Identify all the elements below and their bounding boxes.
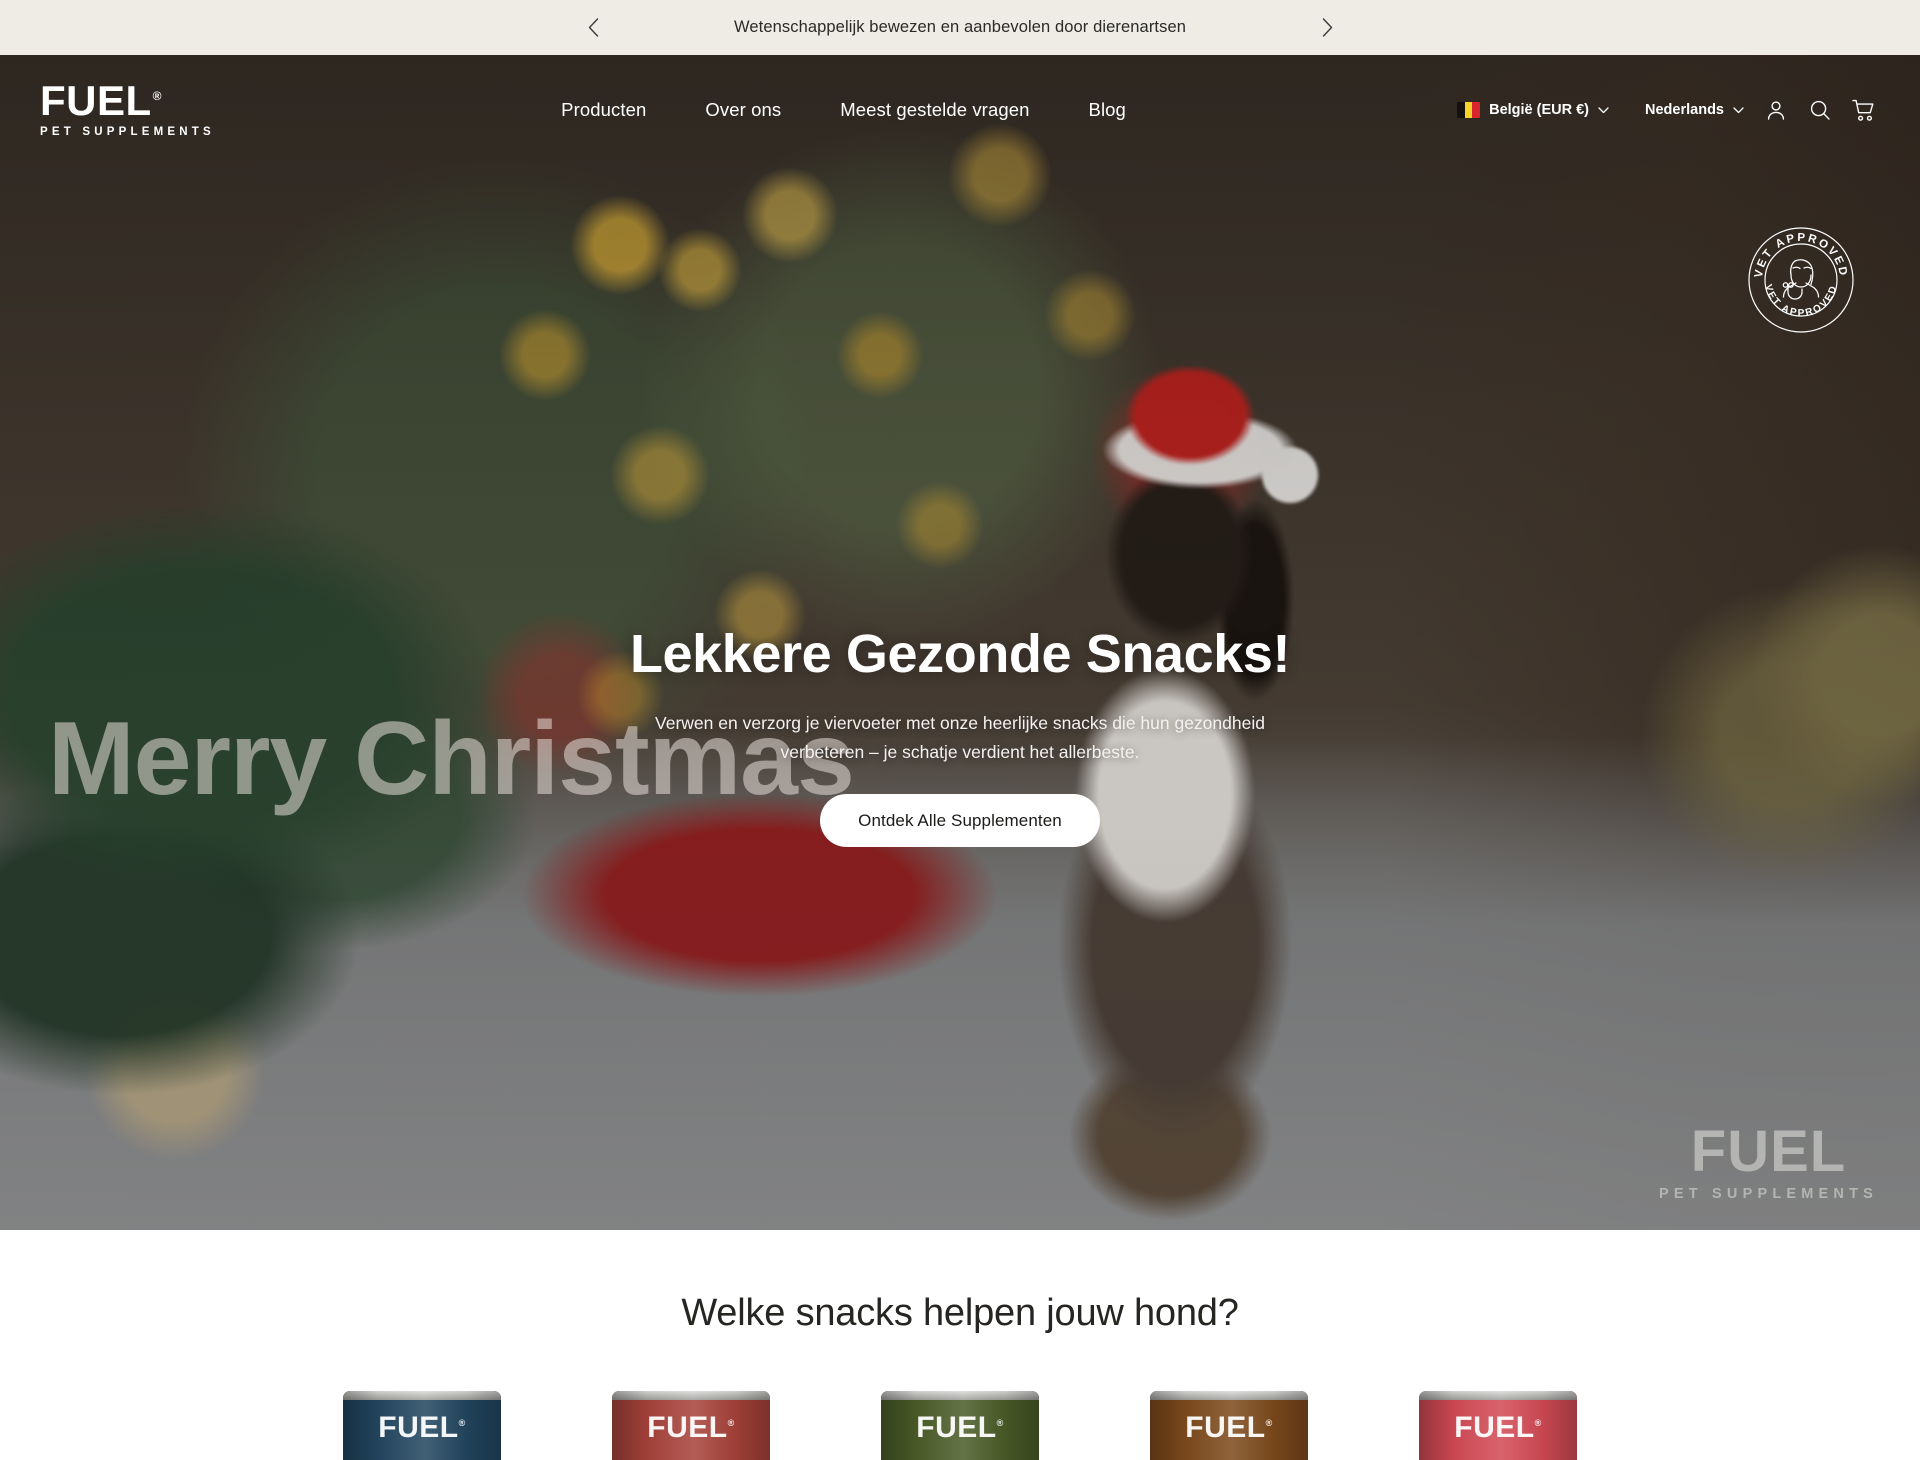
language-selector[interactable]: Nederlands (1635, 96, 1754, 124)
product-can-logo: FUEL® (1454, 1411, 1542, 1444)
snacks-section-title: Welke snacks helpen jouw hond? (681, 1292, 1239, 1334)
announcement-bar: Wetenschappelijk bewezen en aanbevolen d… (0, 0, 1920, 55)
discover-supplements-button[interactable]: Ontdek Alle Supplementen (820, 794, 1100, 847)
product-can-logo: FUEL® (378, 1411, 466, 1444)
hero-copy: Lekkere Gezonde Snacks! Verwen en verzor… (0, 625, 1920, 847)
product-can: FUEL® (881, 1391, 1039, 1460)
belgium-flag-icon (1457, 102, 1481, 118)
nav-item-blog[interactable]: Blog (1089, 99, 1126, 121)
country-selector[interactable]: België (EUR €) (1447, 96, 1619, 124)
product-can: FUEL® (1150, 1391, 1308, 1460)
header-utilities: België (EUR €) Nederlands (1447, 88, 1886, 132)
search-icon[interactable] (1798, 88, 1842, 132)
brand-logo[interactable]: FUEL® PET SUPPLEMENTS (40, 77, 240, 138)
main-navigation: Producten Over ons Meest gestelde vragen… (240, 99, 1447, 121)
account-icon[interactable] (1754, 88, 1798, 132)
vet-badge-top-text: VET APPROVED (1753, 232, 1847, 279)
product-can-logo: FUEL® (647, 1411, 735, 1444)
hero-banner: Merry Christmas FUEL® PET SUPPLEMENTS Pr… (0, 55, 1920, 1230)
cart-icon[interactable] (1842, 88, 1886, 132)
registered-mark-icon: ® (152, 89, 162, 104)
svg-text:VET APPROVED: VET APPROVED (1753, 232, 1849, 279)
product-card[interactable]: FUEL® (343, 1391, 501, 1460)
nav-item-meest-gestelde-vragen[interactable]: Meest gestelde vragen (840, 99, 1029, 121)
announcement-next-button[interactable] (1314, 15, 1340, 41)
hero-title: Lekkere Gezonde Snacks! (629, 624, 1291, 684)
product-card[interactable]: FUEL® (1419, 1391, 1577, 1460)
vet-badge-bottom-text: VET APPROVED (1762, 283, 1838, 319)
product-list: FUEL® FUEL® FUEL® FUEL® FUEL® (343, 1391, 1577, 1460)
product-card[interactable]: FUEL® (1150, 1391, 1308, 1460)
product-can: FUEL® (1419, 1391, 1577, 1460)
hero-subtitle: Verwen en verzorg je viervoeter met onze… (655, 713, 1265, 762)
country-selector-label: België (EUR €) (1489, 102, 1590, 118)
snacks-section: Welke snacks helpen jouw hond? FUEL® FUE… (0, 1230, 1920, 1460)
product-can-logo: FUEL® (1185, 1411, 1273, 1444)
nav-item-over-ons[interactable]: Over ons (705, 99, 781, 121)
chevron-down-icon (1598, 106, 1609, 113)
product-card[interactable]: FUEL® (612, 1391, 770, 1460)
product-can: FUEL® (343, 1391, 501, 1460)
vet-approved-badge: VET APPROVED VET APPROVED (1746, 225, 1856, 335)
product-can: FUEL® (612, 1391, 770, 1460)
brand-logo-tagline: PET SUPPLEMENTS (40, 125, 215, 138)
svg-text:VET APPROVED: VET APPROVED (1762, 283, 1840, 319)
announcement-prev-button[interactable] (580, 15, 606, 41)
announcement-text: Wetenschappelijk bewezen en aanbevolen d… (733, 18, 1187, 36)
product-can-logo: FUEL® (916, 1411, 1004, 1444)
chevron-down-icon (1733, 106, 1744, 113)
site-header: FUEL® PET SUPPLEMENTS Producten Over ons… (0, 55, 1920, 165)
nav-item-producten[interactable]: Producten (561, 99, 646, 121)
product-card[interactable]: FUEL® (881, 1391, 1039, 1460)
brand-logo-name: FUEL® (40, 77, 162, 125)
language-selector-label: Nederlands (1645, 102, 1724, 118)
